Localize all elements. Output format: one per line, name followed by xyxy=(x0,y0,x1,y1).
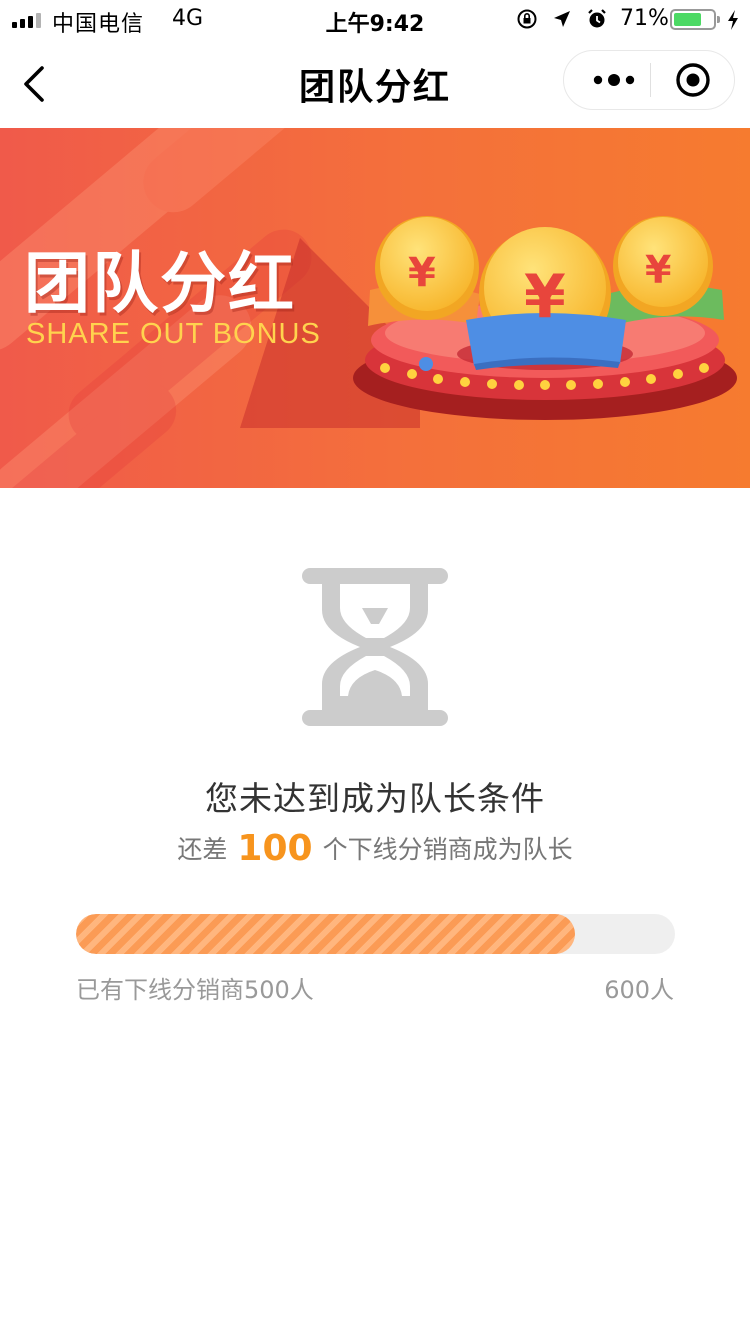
rotation-lock-icon xyxy=(516,8,538,30)
more-button[interactable] xyxy=(584,51,644,109)
coin-symbol-center: ¥ xyxy=(524,262,566,332)
subline-prefix: 还差 xyxy=(177,835,228,864)
location-arrow-icon xyxy=(552,9,572,29)
subline-suffix: 个下线分销商成为队长 xyxy=(322,835,573,864)
more-dots-icon xyxy=(593,74,635,86)
banner-subtitle: SHARE OUT BONUS xyxy=(26,318,321,350)
status-headline: 您未达到成为队长条件 xyxy=(205,779,545,818)
battery-level-fill xyxy=(674,13,701,26)
progress-bar xyxy=(76,914,675,954)
progress-current-label: 已有下线分销商500人 xyxy=(76,976,314,1004)
status-bar: 中国电信 4G 上午9:42 71% xyxy=(0,0,750,40)
remaining-count: 100 xyxy=(237,828,313,869)
close-button[interactable] xyxy=(668,51,728,109)
mini-program-capsule xyxy=(563,50,735,110)
status-subline: 还差 100 个下线分销商成为队长 xyxy=(0,828,750,869)
banner-title: 团队分红 xyxy=(24,245,296,322)
close-target-icon xyxy=(676,63,710,97)
alarm-icon xyxy=(586,8,608,30)
page: 中国电信 4G 上午9:42 71% 团队分红 ¥ ¥ ¥ 团队分红 SHARE… xyxy=(0,0,750,1334)
progress-bar-fill xyxy=(76,914,576,954)
coin-symbol-left: ¥ xyxy=(408,250,436,296)
battery-percent: 71% xyxy=(620,6,669,31)
navigation-bar: 团队分红 xyxy=(0,40,750,128)
battery-icon xyxy=(670,9,720,30)
banner: ¥ ¥ ¥ 团队分红 SHARE OUT BONUS xyxy=(0,128,750,488)
progress-target-label: 600人 xyxy=(604,976,674,1004)
coin-symbol-right: ¥ xyxy=(645,248,672,292)
hourglass-icon xyxy=(300,566,450,728)
charging-icon xyxy=(726,9,740,37)
